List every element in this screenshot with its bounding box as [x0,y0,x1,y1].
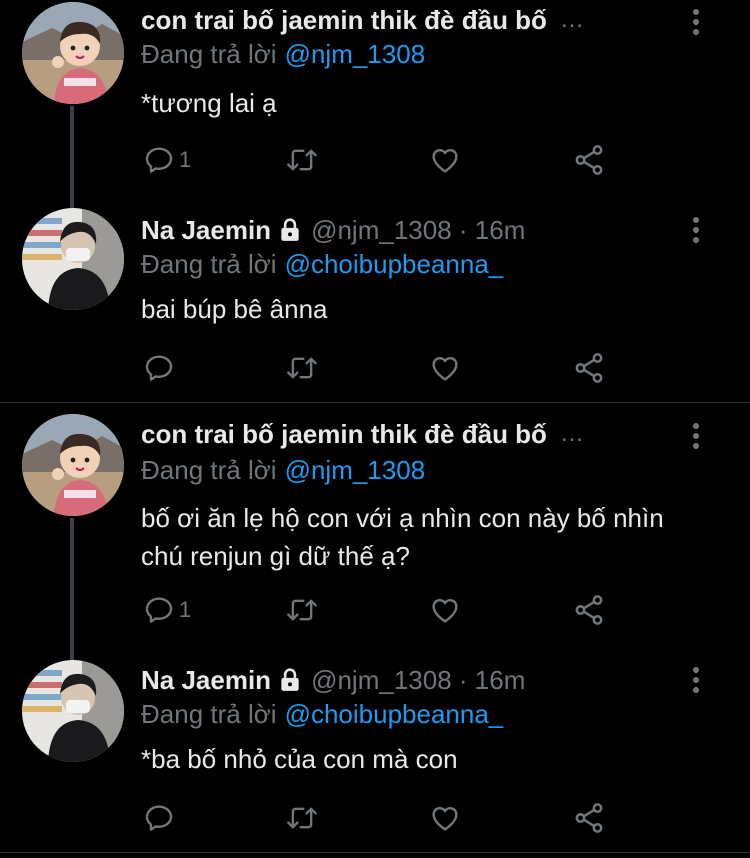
share-button[interactable] [572,798,606,838]
avatar[interactable] [22,208,124,310]
avatar[interactable] [22,2,124,104]
tweet-text: bai búp bê ânna [141,294,328,324]
tweet-thread-feed: con trai bố jaemin thik đè đầu bố ... Đa… [0,0,750,858]
tweet-divider [0,852,750,853]
reply-button[interactable] [143,798,179,838]
more-options-icon[interactable] [686,664,706,696]
tweet-header: con trai bố jaemin thik đè đầu bố ... [141,4,584,36]
retweet-icon [287,807,317,829]
reply-icon [145,147,173,173]
more-options-icon[interactable] [686,214,706,246]
author-name[interactable]: con trai bố jaemin thik đè đầu bố [141,419,547,450]
replying-to: Đang trả lời @njm_1308 [141,38,425,70]
tweet-header: Na Jaemin @njm_1308 · 16m [141,664,525,696]
replying-to-label: Đang trả lời [141,248,277,279]
tweet-text: bố ơi ăn lẹ hộ con với ạ nhìn con này bố… [141,503,664,571]
mention-link[interactable]: @choibupbeanna_ [285,699,504,730]
reply-count: 1 [179,597,192,622]
like-icon [432,598,458,623]
share-button[interactable] [572,140,606,180]
more-options-icon[interactable] [686,6,706,38]
mention-link[interactable]: @choibupbeanna_ [285,249,504,280]
tweet-text: *tương lai ạ [141,88,277,118]
lock-icon [277,217,303,243]
retweet-button[interactable] [285,590,319,630]
handle-and-timestamp: @njm_1308 · 16m [311,664,526,695]
like-icon [432,356,458,381]
retweet-button[interactable] [285,140,319,180]
reply-icon [145,805,173,831]
reply-icon [145,355,173,381]
tweet-actions: 1 [0,590,750,630]
reply-icon [145,597,173,623]
replying-to: Đang trả lời @choibupbeanna_ [141,698,503,730]
author-name[interactable]: Na Jaemin [141,215,271,246]
name-truncation-ellipsis: ... [560,420,584,447]
mention-link[interactable]: @njm_1308 [285,39,426,70]
like-button[interactable] [429,140,461,180]
replying-to-label: Đang trả lời [141,454,277,485]
like-icon [432,806,458,831]
tweet[interactable]: Na Jaemin @njm_1308 · 16m Đang trả lời @… [0,658,750,853]
mention-link[interactable]: @njm_1308 [285,455,426,486]
retweet-button[interactable] [285,798,319,838]
share-icon [575,353,603,383]
share-button[interactable] [572,590,606,630]
share-button[interactable] [572,348,606,388]
tweet[interactable]: con trai bố jaemin thik đè đầu bố ... Đa… [0,0,750,210]
share-icon [575,595,603,625]
like-icon [432,148,458,173]
reply-count: 1 [179,147,192,172]
retweet-button[interactable] [285,348,319,388]
like-button[interactable] [429,590,461,630]
share-icon [575,145,603,175]
tweet-text: *ba bố nhỏ của con mà con [141,744,458,774]
retweet-icon [287,149,317,171]
handle-and-timestamp: @njm_1308 · 16m [311,214,526,245]
avatar[interactable] [22,660,124,762]
reply-button[interactable] [143,348,179,388]
more-options-icon[interactable] [686,420,706,452]
reply-button[interactable]: 1 [143,590,191,630]
like-button[interactable] [429,348,461,388]
name-truncation-ellipsis: ... [560,6,584,33]
reply-button[interactable]: 1 [143,140,191,180]
tweet-header: Na Jaemin @njm_1308 · 16m [141,214,525,246]
tweet[interactable]: Na Jaemin @njm_1308 · 16m Đang trả lời @… [0,206,750,401]
tweet-actions: 1 [0,140,750,180]
replying-to-label: Đang trả lời [141,38,277,69]
lock-icon [277,667,303,693]
replying-to-label: Đang trả lời [141,698,277,729]
tweet[interactable]: con trai bố jaemin thik đè đầu bố ... Đa… [0,412,750,666]
replying-to: Đang trả lời @choibupbeanna_ [141,248,503,280]
retweet-icon [287,599,317,621]
share-icon [575,803,603,833]
avatar[interactable] [22,414,124,516]
tweet-actions [0,798,750,838]
retweet-icon [287,357,317,379]
tweet-header: con trai bố jaemin thik đè đầu bố ... [141,418,584,450]
author-name[interactable]: con trai bố jaemin thik đè đầu bố [141,5,547,36]
tweet-actions [0,348,750,388]
like-button[interactable] [429,798,461,838]
tweet-divider [0,402,750,403]
author-name[interactable]: Na Jaemin [141,665,271,696]
replying-to: Đang trả lời @njm_1308 [141,454,425,486]
